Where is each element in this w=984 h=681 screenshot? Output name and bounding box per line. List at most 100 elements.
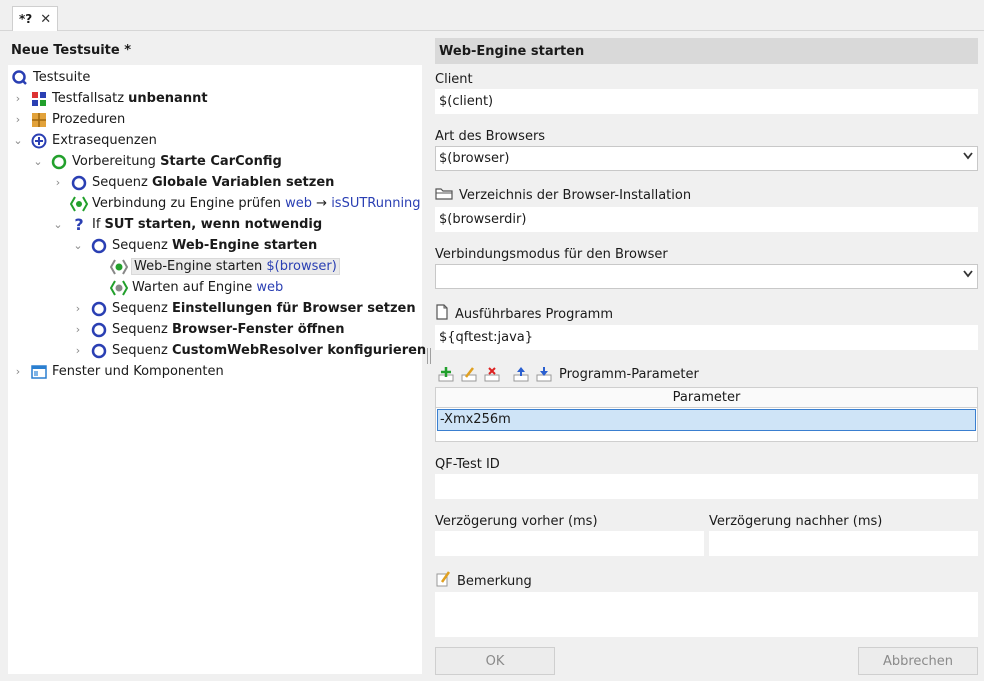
- engine-name: web: [285, 196, 312, 211]
- chevron-down-icon[interactable]: [963, 152, 973, 163]
- browser-combo[interactable]: $(browser): [435, 146, 978, 171]
- browserdir-label-row: Verzeichnis der Browser-Installation: [435, 186, 691, 204]
- tree-label-prefix: Vorbereitung: [72, 154, 161, 169]
- delay-after-field[interactable]: [709, 531, 978, 556]
- params-table: Parameter -Xmx256m: [435, 387, 978, 442]
- move-up-icon[interactable]: [511, 365, 531, 383]
- start-engine-icon: [110, 258, 128, 276]
- cancel-button[interactable]: Abbrechen: [858, 647, 978, 675]
- tree-label: Fenster und Komponenten: [52, 364, 224, 379]
- tree-label: Prozeduren: [52, 112, 126, 127]
- chevron-right-icon[interactable]: ›: [72, 302, 84, 315]
- program-label: Ausführbares Programm: [455, 306, 613, 322]
- suite-title: Neue Testsuite *: [11, 43, 132, 58]
- testcase-set-icon: [30, 90, 48, 108]
- chevron-right-icon[interactable]: ›: [12, 113, 24, 126]
- add-icon[interactable]: [436, 365, 456, 383]
- program-field[interactable]: ${qftest:java}: [435, 325, 978, 350]
- tree-label-name: Starte CarConfig: [160, 154, 282, 169]
- browser-combo-value: $(browser): [439, 151, 510, 166]
- program-label-row: Ausführbares Programm: [435, 304, 613, 324]
- tree-node-extrasequenzen[interactable]: ⌄ Extrasequenzen: [12, 130, 157, 151]
- tree-node-webengine-starten[interactable]: Web-Engine starten $(browser): [92, 256, 340, 277]
- tree-node-seq-webengine[interactable]: ⌄ Sequenz Web-Engine starten: [72, 235, 317, 256]
- arrow-icon: →: [316, 196, 328, 211]
- tree-node-testsuite[interactable]: Testsuite: [11, 67, 90, 88]
- tree-label-prefix: Warten auf Engine: [132, 280, 257, 295]
- tree-label-name: unbenannt: [128, 91, 208, 106]
- delete-icon[interactable]: [482, 365, 502, 383]
- procedures-icon: [30, 111, 48, 129]
- browserdir-field[interactable]: $(browserdir): [435, 207, 978, 232]
- sequence-icon: [90, 321, 108, 339]
- edit-icon[interactable]: [459, 365, 479, 383]
- tree-node-vorbereitung[interactable]: ⌄ Vorbereitung Starte CarConfig: [32, 151, 282, 172]
- delay-before-label: Verzögerung vorher (ms): [435, 514, 598, 529]
- tree-node-if[interactable]: ⌄ ? If SUT starten, wenn notwendig: [52, 214, 322, 235]
- tree-node-warten[interactable]: Warten auf Engine web: [92, 277, 283, 298]
- delay-after-label: Verzögerung nachher (ms): [709, 514, 883, 529]
- tree-label-prefix: Sequenz: [112, 301, 172, 316]
- chevron-down-icon[interactable]: [963, 270, 973, 281]
- id-field[interactable]: [435, 474, 978, 499]
- chevron-right-icon[interactable]: ›: [12, 92, 24, 105]
- folder-icon[interactable]: [435, 186, 453, 204]
- tree-label-prefix: Verbindung zu Engine prüfen: [92, 196, 286, 211]
- tab-testsuite[interactable]: *? ✕: [12, 6, 58, 31]
- tree-node-fenster-komponenten[interactable]: › Fenster und Komponenten: [12, 361, 224, 382]
- delay-before-field[interactable]: [435, 531, 704, 556]
- sequence-icon: [90, 300, 108, 318]
- tree-label: Testsuite: [33, 70, 91, 85]
- node-header: Web-Engine starten: [435, 38, 978, 64]
- tree-node-testfallsatz[interactable]: › Testfallsatz unbenannt: [12, 88, 208, 109]
- file-icon[interactable]: [435, 304, 449, 324]
- browser-label: Art des Browsers: [435, 129, 546, 144]
- chevron-right-icon[interactable]: ›: [72, 344, 84, 357]
- tree-node-prozeduren[interactable]: › Prozeduren: [12, 109, 125, 130]
- tree-label-prefix: Testfallsatz: [52, 91, 129, 106]
- chevron-right-icon[interactable]: ›: [12, 365, 24, 378]
- pencil-icon: [435, 571, 451, 591]
- browserdir-label: Verzeichnis der Browser-Installation: [459, 187, 692, 203]
- move-down-icon[interactable]: [534, 365, 554, 383]
- client-label: Client: [435, 72, 473, 87]
- splitter-handle[interactable]: [427, 348, 431, 364]
- tree-node-seq-globale[interactable]: › Sequenz Globale Variablen setzen: [52, 172, 335, 193]
- tree-label-name: SUT starten, wenn notwendig: [104, 217, 323, 232]
- tree-label-prefix: If: [92, 217, 105, 232]
- mode-combo[interactable]: [435, 264, 978, 289]
- tree-label-name: Browser-Fenster öffnen: [171, 322, 345, 337]
- remark-field[interactable]: [435, 592, 978, 637]
- tree-node-seq-einstellungen[interactable]: › Sequenz Einstellungen für Browser setz…: [72, 298, 416, 319]
- chevron-down-icon[interactable]: ⌄: [52, 218, 64, 231]
- remark-label: Bemerkung: [457, 573, 532, 589]
- chevron-right-icon[interactable]: ›: [72, 323, 84, 336]
- wait-engine-icon: [110, 279, 128, 297]
- tree-label-prefix: Sequenz: [112, 238, 172, 253]
- chevron-down-icon[interactable]: ⌄: [12, 134, 24, 147]
- client-field[interactable]: $(client): [435, 89, 978, 114]
- table-row[interactable]: -Xmx256m: [437, 409, 976, 431]
- params-label: Programm-Parameter: [559, 366, 699, 382]
- tree-node-verbindung[interactable]: Verbindung zu Engine prüfen web → isSUTR…: [52, 193, 421, 214]
- chevron-down-icon[interactable]: ⌄: [72, 239, 84, 252]
- tree-label-prefix: Sequenz: [92, 175, 152, 190]
- tree-node-seq-fenster[interactable]: › Sequenz Browser-Fenster öffnen: [72, 319, 345, 340]
- sequence-icon: [90, 237, 108, 255]
- tree-node-seq-custom[interactable]: › Sequenz CustomWebResolver konfiguriere…: [72, 340, 426, 361]
- remark-label-row: Bemerkung: [435, 571, 532, 591]
- params-table-header[interactable]: Parameter: [436, 388, 977, 408]
- tree-panel: Testsuite › Testfallsatz unbenannt › Pro…: [8, 65, 426, 674]
- close-icon[interactable]: ✕: [40, 12, 51, 27]
- chevron-right-icon[interactable]: ›: [52, 176, 64, 189]
- tab-bar: *? ✕: [0, 0, 984, 31]
- chevron-down-icon[interactable]: ⌄: [32, 155, 44, 168]
- tab-title: *?: [19, 12, 33, 26]
- setup-icon: [50, 153, 68, 171]
- ok-button[interactable]: OK: [435, 647, 555, 675]
- sequence-icon: [90, 342, 108, 360]
- tree-label: Extrasequenzen: [52, 133, 157, 148]
- sequence-icon: [70, 174, 88, 192]
- tree-label-name: CustomWebResolver konfigurieren: [171, 343, 427, 358]
- tree-label-name: Web-Engine starten: [171, 238, 318, 253]
